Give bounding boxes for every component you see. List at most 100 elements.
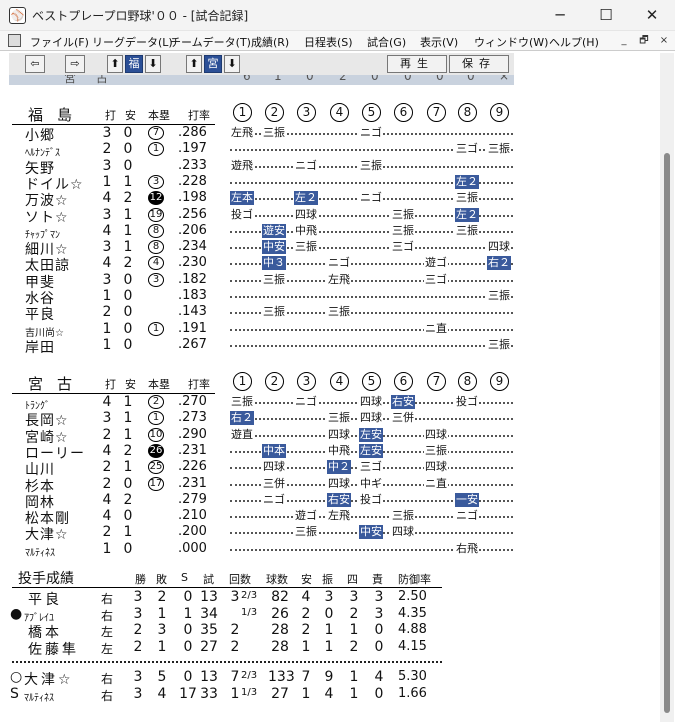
at-bat-result[interactable]: 四球 [487, 240, 511, 255]
team2-up-icon[interactable]: ⬆ [186, 55, 202, 73]
at-bat-result[interactable]: ニ直 [424, 321, 448, 336]
at-bat-result[interactable]: 四球 [294, 207, 318, 222]
at-bat-result[interactable]: 中ギ [359, 476, 383, 491]
at-bat-result[interactable]: 中安 [359, 525, 383, 540]
player-name[interactable]: ソト☆ [25, 207, 69, 227]
minimize-button[interactable]: ─ [537, 0, 583, 31]
at-bat-result[interactable]: 三振 [359, 158, 383, 173]
at-bat-result[interactable]: 三振 [294, 525, 318, 540]
at-bat-result[interactable]: 中安 [262, 240, 286, 255]
at-bat-result[interactable]: 四球 [424, 460, 448, 475]
at-bat-result[interactable]: 四球 [424, 427, 448, 442]
at-bat-result[interactable]: 右２ [230, 411, 254, 426]
at-bat-result[interactable]: 右２ [487, 256, 511, 271]
player-name[interactable]: 平良 [25, 304, 55, 324]
at-bat-result[interactable]: 左本 [230, 191, 254, 206]
at-bat-result[interactable]: 左安 [359, 443, 383, 458]
scrollbar-thumb[interactable] [664, 153, 670, 713]
at-bat-result[interactable]: 遊飛 [230, 158, 254, 173]
at-bat-result[interactable]: ニゴ [327, 256, 351, 271]
menu-window[interactable]: ウィンドウ(W) [474, 34, 548, 50]
at-bat-result[interactable]: 三ゴ [359, 460, 383, 475]
at-bat-result[interactable]: 左飛 [327, 272, 351, 287]
at-bat-result[interactable]: 遊ゴ [424, 256, 448, 271]
at-bat-result[interactable]: ニゴ [455, 509, 479, 524]
at-bat-result[interactable]: 四球 [359, 395, 383, 409]
menu-stats[interactable]: 成績(R) [251, 34, 289, 50]
maximize-button[interactable]: ☐ [583, 0, 629, 31]
at-bat-result[interactable]: 四球 [327, 476, 351, 491]
at-bat-result[interactable]: 四球 [262, 460, 286, 475]
at-bat-result[interactable]: 三併 [262, 476, 286, 491]
pitcher-name[interactable]: ﾏﾙﾃｨﾈｽ [24, 689, 54, 704]
at-bat-result[interactable]: 三振 [455, 223, 479, 238]
at-bat-result[interactable]: 投ゴ [230, 207, 254, 222]
close-button[interactable]: ✕ [629, 0, 675, 31]
at-bat-result[interactable]: 左飛 [230, 126, 254, 140]
at-bat-result[interactable]: 遊直 [230, 427, 254, 442]
at-bat-result[interactable]: 三振 [391, 223, 415, 238]
at-bat-result[interactable]: 中本 [262, 443, 286, 458]
pitcher-name[interactable]: 佐藤隼 [28, 639, 79, 659]
menu-game[interactable]: 試合(G) [367, 34, 406, 50]
at-bat-result[interactable]: ニゴ [294, 395, 318, 409]
at-bat-result[interactable]: 左安 [359, 427, 383, 442]
player-name[interactable]: 岸田 [25, 337, 55, 357]
menu-view[interactable]: 表示(V) [420, 34, 458, 50]
at-bat-result[interactable]: 三振 [487, 337, 511, 352]
menu-league-data[interactable]: リーグデータ(L) [92, 34, 173, 50]
menu-schedule[interactable]: 日程表(S) [304, 34, 353, 50]
player-name[interactable]: 大津☆ [25, 524, 69, 544]
at-bat-result[interactable]: 三振 [487, 142, 511, 157]
at-bat-result[interactable]: 三ゴ [424, 272, 448, 287]
at-bat-result[interactable]: 三振 [455, 191, 479, 206]
next-arrow-icon[interactable]: ⇨ [65, 55, 85, 73]
menu-file[interactable]: ファイル(F) [30, 34, 89, 50]
at-bat-result[interactable]: 三振 [262, 126, 286, 140]
play-button[interactable]: 再生 [387, 55, 447, 73]
at-bat-result[interactable]: 三振 [327, 411, 351, 426]
at-bat-result[interactable]: 三振 [391, 509, 415, 524]
at-bat-result[interactable]: 右飛 [455, 541, 479, 556]
at-bat-result[interactable]: 四球 [359, 411, 383, 426]
player-name[interactable]: ﾏﾙﾃｨﾈｽ [25, 544, 55, 559]
at-bat-result[interactable]: 三ゴ [455, 142, 479, 157]
at-bat-result[interactable]: 三振 [262, 305, 286, 320]
at-bat-result[interactable]: 左２ [455, 207, 479, 222]
at-bat-result[interactable]: ニ直 [424, 476, 448, 491]
at-bat-result[interactable]: 中２ [327, 460, 351, 475]
at-bat-result[interactable]: 投ゴ [455, 395, 479, 409]
at-bat-result[interactable]: ニゴ [262, 492, 286, 507]
prev-arrow-icon[interactable]: ⇦ [25, 55, 45, 73]
team2-down-icon[interactable]: ⬇ [224, 55, 240, 73]
menu-help[interactable]: ヘルプ(H) [549, 34, 599, 50]
at-bat-result[interactable]: 一安 [455, 492, 479, 507]
at-bat-result[interactable]: 中飛 [294, 223, 318, 238]
document-icon[interactable] [8, 34, 21, 47]
at-bat-result[interactable]: 右安 [327, 492, 351, 507]
at-bat-result[interactable]: 四球 [391, 525, 415, 540]
at-bat-result[interactable]: ニゴ [294, 158, 318, 173]
mdi-restore-button[interactable]: 🗗 [635, 33, 653, 48]
team1-down-icon[interactable]: ⬇ [145, 55, 161, 73]
at-bat-result[interactable]: 三振 [262, 272, 286, 287]
at-bat-result[interactable]: ニゴ [359, 126, 383, 140]
vertical-scrollbar[interactable] [660, 53, 674, 722]
at-bat-result[interactable]: 三振 [294, 240, 318, 255]
at-bat-result[interactable]: 左２ [455, 174, 479, 189]
mdi-close-button[interactable]: × [655, 33, 673, 48]
at-bat-result[interactable]: 三振 [424, 443, 448, 458]
at-bat-result[interactable]: 左飛 [327, 509, 351, 524]
at-bat-result[interactable]: 投ゴ [359, 492, 383, 507]
at-bat-result[interactable]: 四球 [327, 427, 351, 442]
team1-select-button[interactable]: 福 [125, 55, 143, 73]
at-bat-result[interactable]: 中飛 [327, 443, 351, 458]
at-bat-result[interactable]: 中３ [262, 256, 286, 271]
at-bat-result[interactable]: 三ゴ [391, 240, 415, 255]
save-button[interactable]: 保存 [449, 55, 509, 73]
at-bat-result[interactable]: 三振 [327, 305, 351, 320]
menu-team-data[interactable]: チームデータ(T) [170, 34, 251, 50]
at-bat-result[interactable]: 三振 [487, 289, 511, 303]
at-bat-result[interactable]: 三併 [391, 411, 415, 426]
at-bat-result[interactable]: 遊ゴ [294, 509, 318, 524]
